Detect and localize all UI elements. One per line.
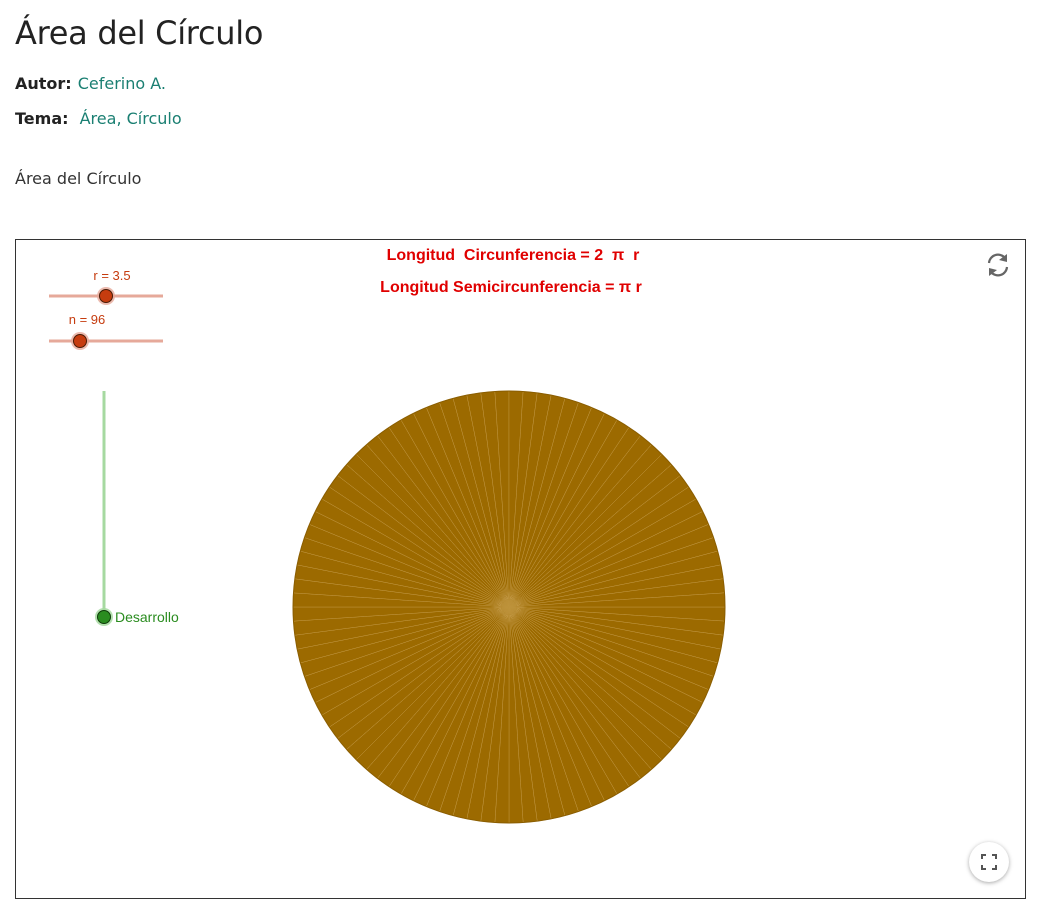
slider-r-handle[interactable]: [99, 289, 113, 303]
topic-row: Tema: Área, Círculo: [15, 109, 182, 128]
formula-circumference: Longitud Circunferencia = 2 π r: [387, 247, 640, 264]
page-title: Área del Círculo: [15, 14, 264, 52]
geogebra-applet[interactable]: Longitud Circunferencia = 2 π r Longitud…: [15, 239, 1026, 899]
topic-link-area[interactable]: Área: [80, 109, 117, 128]
formula-semicircumference: Longitud Semicircunferencia = π r: [380, 279, 642, 296]
slider-n-label: n = 96: [69, 312, 106, 327]
development-slider-handle[interactable]: [97, 610, 111, 624]
fullscreen-icon: [981, 854, 997, 870]
circle-center: [501, 599, 517, 615]
slider-n-handle[interactable]: [73, 334, 87, 348]
author-label: Autor:: [15, 74, 72, 93]
author-link[interactable]: Ceferino A.: [78, 74, 166, 93]
reset-button[interactable]: [983, 250, 1013, 280]
fullscreen-button[interactable]: [969, 842, 1009, 882]
page-description: Área del Círculo: [15, 169, 142, 188]
topic-label: Tema:: [15, 109, 69, 128]
applet-canvas[interactable]: Longitud Circunferencia = 2 π r Longitud…: [16, 240, 1025, 898]
topic-link-circle[interactable]: Círculo: [127, 109, 182, 128]
topic-separator: ,: [116, 109, 122, 128]
reset-icon: [987, 253, 1009, 277]
author-row: Autor: Ceferino A.: [15, 74, 166, 93]
slider-r-label: r = 3.5: [93, 268, 130, 283]
development-label: Desarrollo: [115, 609, 179, 625]
